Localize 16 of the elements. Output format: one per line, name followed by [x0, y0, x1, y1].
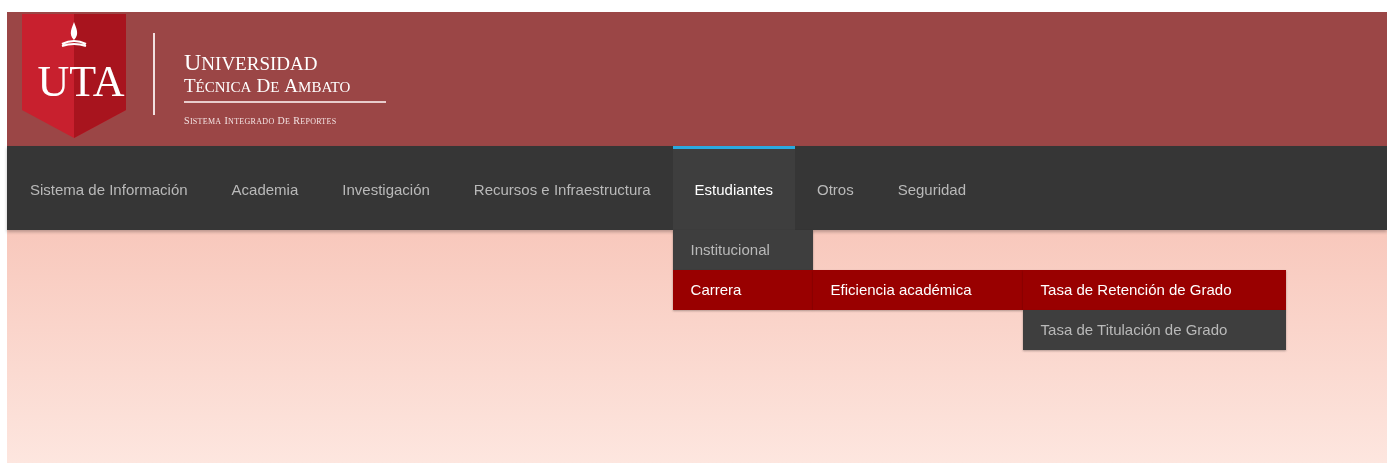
- menu-item[interactable]: Carrera: [672, 270, 813, 310]
- nav-tab[interactable]: Recursos e Infraestructura: [451, 146, 673, 230]
- nav-tab[interactable]: Otros: [795, 146, 876, 230]
- menu-item[interactable]: Institucional: [672, 230, 813, 270]
- menu-item[interactable]: Eficiencia académica: [812, 270, 1023, 310]
- nav-tab[interactable]: Seguridad: [875, 146, 989, 230]
- nav-tab[interactable]: Investigación: [320, 146, 452, 230]
- university-name: TÉCNICA DE AMBATO: [184, 76, 352, 95]
- university-name: UNIVERSIDAD: [184, 50, 319, 74]
- system-name: SISTEMA INTEGRADO DE REPORTES: [184, 115, 338, 126]
- logo-text: UTA: [36, 60, 126, 104]
- menu-item[interactable]: Tasa de Retención de Grado: [1022, 270, 1286, 310]
- nav-tab[interactable]: Sistema de Información: [8, 146, 210, 230]
- nav-tab[interactable]: Academia: [209, 146, 321, 230]
- nav-tab[interactable]: Estudiantes: [672, 146, 795, 230]
- menu-item[interactable]: Tasa de Titulación de Grado: [1022, 310, 1286, 350]
